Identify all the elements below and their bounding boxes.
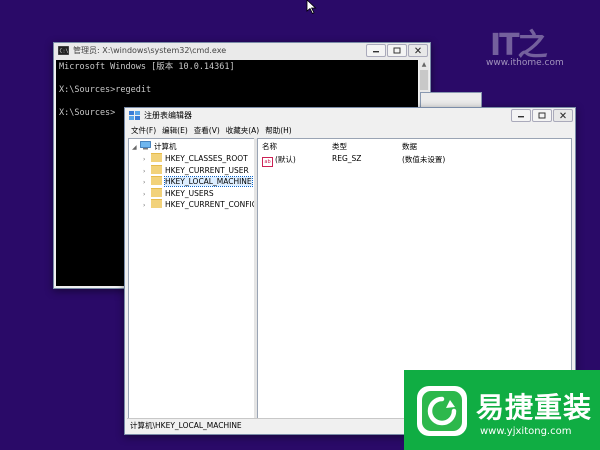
cmd-minimize-button[interactable]	[366, 44, 386, 57]
collapse-chevron-icon[interactable]: ◢	[132, 142, 140, 153]
ithome-logo: IT之 www.ithome.com	[478, 18, 578, 68]
tree-item-hku[interactable]: › HKEY_USERS	[143, 187, 214, 200]
regedit-titlebar[interactable]: 注册表编辑器	[125, 108, 575, 125]
cmd-app-icon: C:\	[58, 46, 69, 55]
svg-text:C:\: C:\	[60, 49, 69, 55]
expand-chevron-icon[interactable]: ›	[143, 154, 151, 165]
tree-label-selected: HKEY_LOCAL_MACHINE	[164, 176, 253, 187]
cmd-close-button[interactable]	[408, 44, 428, 57]
expand-chevron-icon[interactable]: ›	[143, 166, 151, 177]
regedit-minimize-button[interactable]	[511, 109, 531, 122]
table-row[interactable]: ab (默认)	[262, 154, 296, 167]
registry-tree[interactable]: ◢ 计算机 › HKEY_CLASSES_ROOT › HKEY_CURRENT_US…	[128, 138, 258, 420]
scroll-thumb[interactable]	[420, 70, 428, 90]
maximize-icon	[538, 112, 546, 119]
column-header-name[interactable]: 名称	[262, 141, 277, 152]
tree-item-hkcr[interactable]: › HKEY_CLASSES_ROOT	[143, 153, 248, 164]
yjxitong-name: 易捷重装	[476, 391, 593, 424]
folder-icon	[151, 164, 162, 174]
cmd-titlebar[interactable]: C:\ 管理员: X:\windows\system32\cmd.exe	[54, 43, 430, 60]
close-icon	[560, 112, 566, 119]
scroll-up-icon[interactable]: ▲	[420, 61, 428, 69]
mouse-cursor-icon	[306, 0, 317, 14]
regedit-maximize-button[interactable]	[532, 109, 552, 122]
folder-icon	[151, 187, 162, 197]
tree-label: HKEY_CURRENT_USER	[165, 165, 249, 175]
string-value-icon: ab	[262, 157, 273, 167]
tree-item-hkcu[interactable]: › HKEY_CURRENT_USER	[143, 164, 249, 177]
menu-help[interactable]: 帮助(H)	[265, 125, 292, 137]
column-header-type[interactable]: 类型	[332, 141, 347, 152]
tree-label: 计算机	[154, 142, 177, 151]
folder-icon	[151, 153, 162, 162]
cmd-maximize-button[interactable]	[387, 44, 407, 57]
value-data: (数值未设置)	[402, 155, 446, 164]
yjxitong-badge: 易捷重装 www.yjxitong.com	[404, 370, 600, 450]
column-header-data[interactable]: 数据	[402, 141, 417, 152]
menu-view[interactable]: 查看(V)	[194, 125, 220, 137]
folder-icon	[151, 199, 162, 208]
maximize-icon	[393, 47, 401, 54]
regedit-title: 注册表编辑器	[144, 111, 192, 120]
menu-favorites[interactable]: 收藏夹(A)	[226, 125, 259, 137]
regedit-menubar: 文件(F) 编辑(E) 查看(V) 收藏夹(A) 帮助(H)	[127, 125, 573, 137]
close-icon	[415, 47, 421, 54]
minimize-icon	[373, 51, 379, 53]
regedit-app-icon	[129, 111, 140, 120]
minimize-icon	[518, 116, 524, 118]
expand-chevron-icon[interactable]: ›	[143, 189, 151, 200]
background-window-edge	[420, 92, 482, 108]
ithome-url: www.ithome.com	[486, 58, 564, 68]
value-type: REG_SZ	[332, 154, 362, 163]
tree-label: HKEY_CURRENT_CONFIG	[165, 200, 258, 209]
tree-label: HKEY_USERS	[165, 188, 214, 198]
expand-chevron-icon[interactable]: ›	[143, 200, 151, 211]
regedit-close-button[interactable]	[553, 109, 573, 122]
folder-icon	[151, 176, 162, 185]
tree-item-computer[interactable]: ◢ 计算机	[132, 141, 177, 152]
computer-icon	[140, 141, 151, 150]
tree-item-hklm[interactable]: › HKEY_LOCAL_MACHINE	[143, 176, 253, 188]
yjxitong-logo-icon	[417, 386, 467, 436]
expand-chevron-icon[interactable]: ›	[143, 177, 151, 188]
cmd-title: 管理员: X:\windows\system32\cmd.exe	[73, 46, 227, 55]
power-swirl-icon	[427, 396, 457, 426]
yjxitong-url: www.yjxitong.com	[480, 426, 572, 437]
menu-file[interactable]: 文件(F)	[131, 125, 156, 137]
tree-item-hkcc[interactable]: › HKEY_CURRENT_CONFIG	[143, 199, 258, 210]
value-name: (默认)	[275, 155, 296, 164]
tree-label: HKEY_CLASSES_ROOT	[165, 154, 248, 163]
menu-edit[interactable]: 编辑(E)	[162, 125, 188, 137]
